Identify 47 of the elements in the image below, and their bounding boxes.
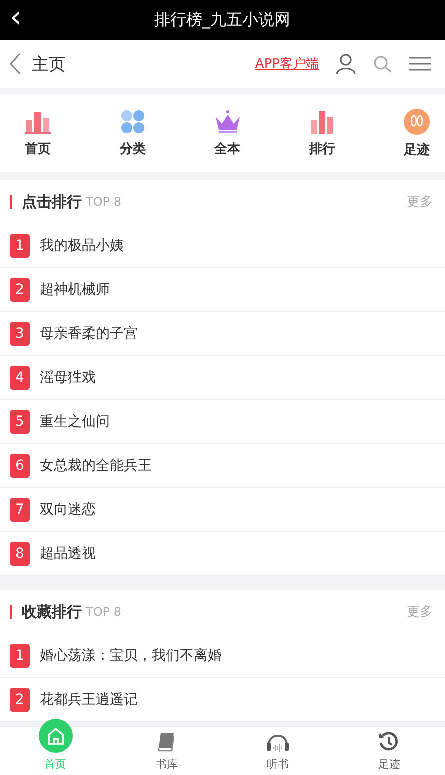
nav-label[interactable]: 排行 [309, 140, 336, 158]
nav-label[interactable]: 足迹 [404, 140, 430, 158]
book-title-link[interactable]: 超品透视 [40, 544, 96, 562]
book-title-link[interactable]: 花都兵王逍遥记 [40, 690, 138, 708]
rank-badge: 2 [10, 688, 30, 712]
bar-chart-icon[interactable] [25, 110, 51, 134]
bar-chart-icon[interactable] [310, 110, 334, 134]
rank-badge: 5 [10, 410, 30, 434]
rank-badge: 2 [10, 278, 30, 302]
section-tag: TOP 8 [86, 195, 122, 209]
back-button[interactable]: ‹ [10, 0, 22, 36]
page-title: 主页 [32, 54, 66, 76]
app-link[interactable]: APP客户端 [255, 55, 319, 73]
book-title-link[interactable]: 我的极品小姨 [40, 236, 124, 254]
rank-badge: 7 [10, 498, 30, 522]
section-tag: TOP 8 [86, 605, 122, 619]
rank-badge: 4 [10, 366, 30, 390]
book-title-link[interactable]: 婚心荡漾：宝贝，我们不离婚 [40, 646, 222, 664]
window-title: 排行榜_九五小说网 [154, 10, 290, 30]
home-icon[interactable] [38, 719, 73, 753]
nav-label[interactable]: 全本 [214, 140, 240, 158]
book-title-link[interactable]: 超神机械师 [40, 280, 110, 298]
search-icon[interactable] [373, 54, 393, 74]
grid-dots-icon[interactable] [120, 110, 145, 134]
footprint-icon[interactable] [404, 108, 430, 134]
menu-icon[interactable] [409, 56, 431, 72]
rank-badge: 3 [10, 322, 30, 346]
book-title-link[interactable]: 女总裁的全能兵王 [40, 456, 152, 474]
section-title: 点击排行 [22, 192, 82, 212]
crown-icon[interactable] [214, 110, 240, 134]
rank-badge: 6 [10, 454, 30, 478]
book-title-link[interactable]: 重生之仙问 [40, 412, 110, 430]
book-title-link[interactable]: 母亲香柔的子宫 [40, 324, 138, 342]
back-icon[interactable] [8, 52, 22, 76]
history-icon[interactable] [378, 731, 400, 753]
tab-label[interactable]: 书库 [156, 757, 178, 772]
nav-label[interactable]: 分类 [120, 140, 146, 158]
book-title-link[interactable]: 滛母狌戏 [40, 368, 96, 386]
rank-badge: 8 [10, 542, 30, 566]
user-icon[interactable] [335, 53, 357, 75]
rank-badge: 1 [10, 234, 30, 258]
nav-label[interactable]: 首页 [25, 140, 51, 158]
rank-badge: 1 [10, 644, 30, 668]
book-title-link[interactable]: 双向迷恋 [40, 500, 96, 518]
section-title: 收藏排行 [22, 602, 82, 622]
tab-label[interactable]: 足迹 [378, 757, 400, 772]
tab-label[interactable]: 听书 [267, 757, 290, 772]
